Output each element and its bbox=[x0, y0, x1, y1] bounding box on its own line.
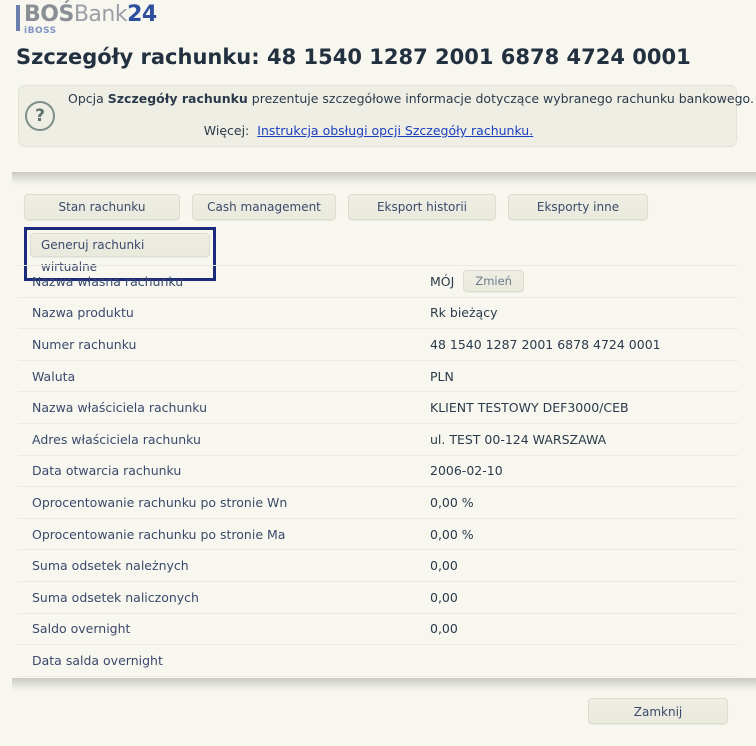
page-title: Szczegóły rachunku: 48 1540 1287 2001 68… bbox=[16, 45, 691, 69]
row-label: Nazwa własna rachunku bbox=[32, 273, 184, 289]
row-value: 0,00 bbox=[430, 589, 458, 605]
row-label: Oprocentowanie rachunku po stronie Wn bbox=[32, 494, 288, 510]
table-row: Oprocentowanie rachunku po stronie Ma 0,… bbox=[18, 519, 738, 551]
row-value: ul. TEST 00-124 WARSZAWA bbox=[430, 431, 607, 447]
vertical-bar-icon bbox=[16, 5, 20, 31]
info-description: Opcja Szczegóły rachunku prezentuje szcz… bbox=[68, 91, 754, 106]
change-account-name-button[interactable]: Zmień bbox=[463, 270, 524, 293]
table-row: Data salda overnight bbox=[18, 645, 738, 677]
brand-sub: iBOSS bbox=[24, 26, 57, 36]
info-text-bold: Szczegóły rachunku bbox=[107, 91, 248, 106]
row-label: Saldo overnight bbox=[32, 621, 131, 637]
section-separator-bottom bbox=[12, 678, 756, 692]
row-label: Nazwa właściciela rachunku bbox=[32, 400, 208, 416]
info-more-line: Więcej: Instrukcja obsługi opcji Szczegół… bbox=[0, 123, 737, 138]
row-label: Adres właściciela rachunku bbox=[32, 431, 201, 447]
tab-generuj-rachunki-wirtualne[interactable]: Generuj rachunki wirtualne bbox=[30, 233, 210, 274]
row-value: PLN bbox=[430, 368, 454, 384]
row-label: Nazwa produktu bbox=[32, 305, 134, 321]
row-value: 48 1540 1287 2001 6878 4724 0001 bbox=[430, 336, 661, 352]
table-row: Oprocentowanie rachunku po stronie Wn 0,… bbox=[18, 487, 738, 519]
info-text-suffix: prezentuje szczegółowe informacje dotycz… bbox=[247, 91, 754, 106]
tab-eksport-historii[interactable]: Eksport historii bbox=[348, 194, 496, 220]
row-value: MÓJ bbox=[430, 273, 455, 289]
table-row: Saldo overnight 0,00 bbox=[18, 614, 738, 646]
tab-stan-rachunku[interactable]: Stan rachunku bbox=[24, 194, 180, 220]
row-label: Numer rachunku bbox=[32, 336, 137, 352]
row-value-cell: MÓJ Zmień bbox=[430, 270, 738, 293]
table-row: Nazwa właściciela rachunku KLIENT TESTOW… bbox=[18, 392, 738, 424]
row-value: 0,00 % bbox=[430, 526, 474, 542]
close-button[interactable]: Zamknij bbox=[588, 698, 728, 724]
row-value: 0,00 bbox=[430, 621, 458, 637]
table-row: Suma odsetek należnych 0,00 bbox=[18, 550, 738, 582]
table-row: Nazwa własna rachunku MÓJ Zmień bbox=[18, 265, 738, 298]
account-details-table: Nazwa własna rachunku MÓJ Zmień Nazwa pr… bbox=[18, 265, 738, 677]
tab-cash-management[interactable]: Cash management bbox=[192, 194, 336, 220]
info-more-label: Więcej: bbox=[203, 123, 250, 138]
table-row: Numer rachunku 48 1540 1287 2001 6878 47… bbox=[18, 329, 738, 361]
info-text-prefix: Opcja bbox=[68, 91, 108, 106]
brand-24: 24 bbox=[127, 2, 157, 27]
brand-bank: Bank bbox=[73, 2, 128, 27]
table-row: Adres właściciela rachunku ul. TEST 00-1… bbox=[18, 424, 738, 456]
row-value: Rk bieżący bbox=[430, 305, 498, 321]
brand-logo-text: BOŚBank24 iBOSS bbox=[24, 4, 157, 36]
table-row: Suma odsetek naliczonych 0,00 bbox=[18, 582, 738, 614]
row-value: KLIENT TESTOWY DEF3000/CEB bbox=[430, 400, 629, 416]
tab-row-primary: Stan rachunku Cash management Eksport hi… bbox=[24, 194, 724, 220]
table-row: Nazwa produktu Rk bieżący bbox=[18, 298, 738, 330]
table-row: Data otwarcia rachunku 2006-02-10 bbox=[18, 456, 738, 488]
row-label: Suma odsetek naliczonych bbox=[32, 589, 199, 605]
row-label: Data otwarcia rachunku bbox=[32, 463, 182, 479]
row-value: 2006-02-10 bbox=[430, 463, 503, 479]
row-label: Suma odsetek należnych bbox=[32, 558, 189, 574]
section-separator-top bbox=[12, 172, 756, 186]
row-value: 0,00 % bbox=[430, 494, 474, 510]
info-manual-link[interactable]: Instrukcja obsługi opcji Szczegóły rachu… bbox=[257, 123, 533, 138]
row-label: Waluta bbox=[32, 368, 76, 384]
row-value: 0,00 bbox=[430, 558, 458, 574]
row-label: Data salda overnight bbox=[32, 652, 163, 668]
table-row: Waluta PLN bbox=[18, 361, 738, 393]
tab-eksporty-inne[interactable]: Eksporty inne bbox=[508, 194, 648, 220]
brand-logo[interactable]: BOŚBank24 iBOSS bbox=[16, 4, 157, 36]
brand-bos: BOŚ bbox=[24, 2, 74, 27]
row-label: Oprocentowanie rachunku po stronie Ma bbox=[32, 526, 286, 542]
